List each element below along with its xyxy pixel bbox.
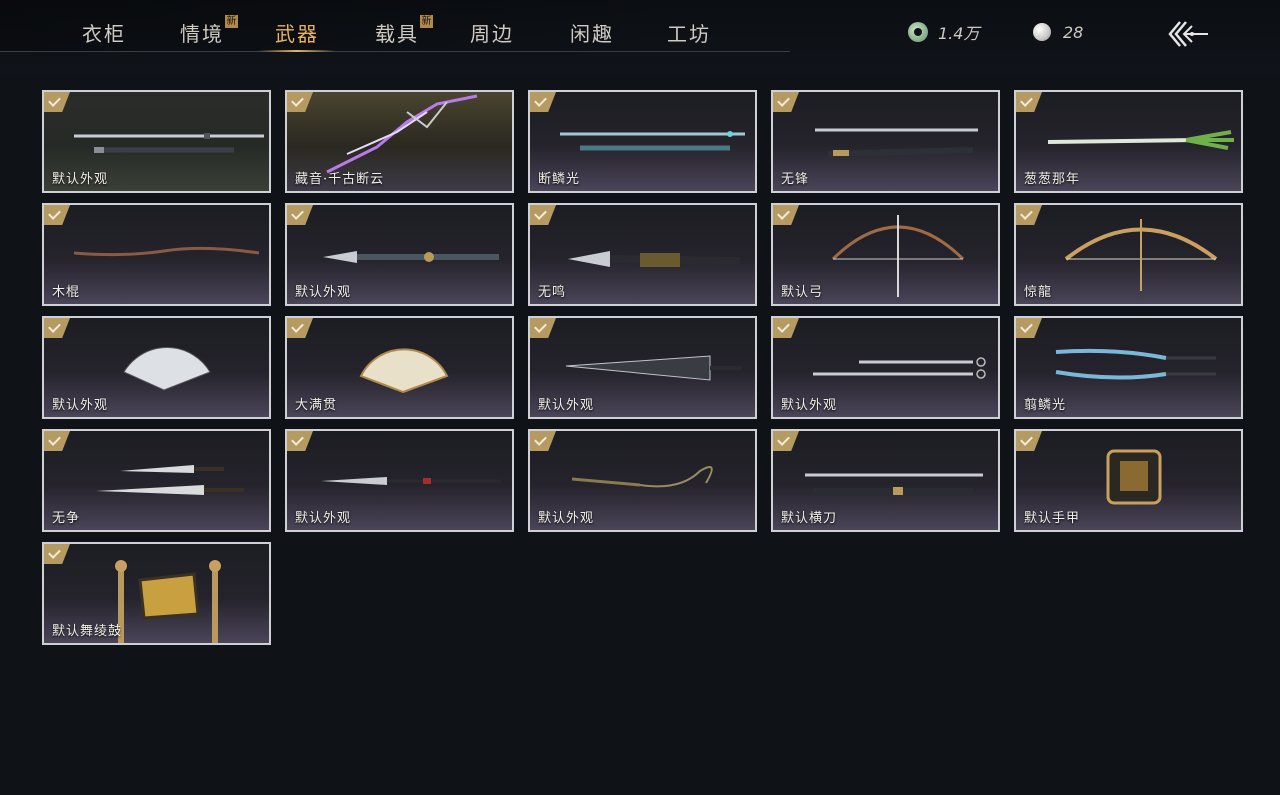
item-card[interactable]: 藏音·千古断云 bbox=[285, 90, 514, 193]
item-label: 默认外观 bbox=[781, 398, 838, 413]
category-tabs: 衣柜 情境新 武器 载具新 周边 闲趣 工坊 bbox=[0, 0, 790, 52]
item-label: 翦鳞光 bbox=[1024, 398, 1067, 413]
item-label: 默认外观 bbox=[538, 398, 595, 413]
tab-leisure[interactable]: 闲趣 bbox=[570, 18, 614, 50]
item-card[interactable]: 默认外观 bbox=[42, 316, 271, 419]
item-label: 默认外观 bbox=[538, 511, 595, 526]
tab-label: 载具 bbox=[375, 22, 419, 46]
tab-label: 工坊 bbox=[667, 22, 711, 46]
tab-label: 周边 bbox=[470, 22, 514, 46]
item-card[interactable]: 断鳞光 bbox=[528, 90, 757, 193]
item-label: 默认手甲 bbox=[1024, 511, 1081, 526]
tab-weapons[interactable]: 武器 bbox=[275, 18, 319, 50]
item-label: 大满贯 bbox=[295, 398, 338, 413]
item-label: 默认外观 bbox=[52, 172, 109, 187]
item-label: 断鳞光 bbox=[538, 172, 581, 187]
tab-label: 衣柜 bbox=[82, 22, 126, 46]
item-card[interactable]: 默认手甲 bbox=[1014, 429, 1243, 532]
item-label: 默认外观 bbox=[295, 511, 352, 526]
item-card[interactable]: 无锋 bbox=[771, 90, 1000, 193]
item-label: 无鸣 bbox=[538, 285, 567, 300]
weapon-grid: 默认外观 藏音·千古断云 断鳞光 无锋 葱葱那年 木棍 默认外观 无鸣 默认弓 … bbox=[42, 90, 1244, 650]
tab-label: 情境 bbox=[180, 22, 224, 46]
item-label: 木棍 bbox=[52, 285, 81, 300]
item-label: 无锋 bbox=[781, 172, 810, 187]
item-label: 默认横刀 bbox=[781, 511, 838, 526]
item-card[interactable]: 默认外观 bbox=[42, 90, 271, 193]
item-label: 藏音·千古断云 bbox=[295, 172, 385, 187]
back-arrow-icon bbox=[1168, 21, 1208, 47]
item-label: 默认外观 bbox=[52, 398, 109, 413]
jade-coin-icon bbox=[908, 22, 928, 42]
item-card[interactable]: 默认横刀 bbox=[771, 429, 1000, 532]
item-card[interactable]: 默认外观 bbox=[285, 203, 514, 306]
pearl-amount: 28 bbox=[1063, 22, 1084, 42]
item-card[interactable]: 默认外观 bbox=[771, 316, 1000, 419]
tab-scenes[interactable]: 情境新 bbox=[180, 15, 238, 50]
item-card[interactable]: 默认外观 bbox=[528, 316, 757, 419]
jade-currency: 1.4万 bbox=[908, 20, 979, 44]
active-tab-underline bbox=[258, 50, 336, 52]
item-card[interactable]: 无争 bbox=[42, 429, 271, 532]
item-label: 无争 bbox=[52, 511, 81, 526]
item-label: 默认弓 bbox=[781, 285, 824, 300]
item-label: 默认外观 bbox=[295, 285, 352, 300]
tab-label: 闲趣 bbox=[570, 22, 614, 46]
item-card[interactable]: 木棍 bbox=[42, 203, 271, 306]
tab-vehicles[interactable]: 载具新 bbox=[375, 15, 433, 50]
jade-amount: 1.4万 bbox=[938, 24, 980, 43]
tab-wardrobe[interactable]: 衣柜 bbox=[82, 18, 126, 50]
item-card[interactable]: 默认外观 bbox=[285, 429, 514, 532]
item-card[interactable]: 惊龍 bbox=[1014, 203, 1243, 306]
item-card[interactable]: 默认外观 bbox=[528, 429, 757, 532]
pearl-currency: 28 bbox=[1033, 20, 1083, 44]
tab-workshop[interactable]: 工坊 bbox=[667, 18, 711, 50]
new-badge: 新 bbox=[225, 15, 238, 28]
item-card[interactable]: 默认弓 bbox=[771, 203, 1000, 306]
item-card[interactable]: 翦鳞光 bbox=[1014, 316, 1243, 419]
new-badge: 新 bbox=[420, 15, 433, 28]
item-card[interactable]: 葱葱那年 bbox=[1014, 90, 1243, 193]
item-card[interactable]: 无鸣 bbox=[528, 203, 757, 306]
back-button[interactable] bbox=[1166, 16, 1210, 52]
item-card[interactable]: 默认舞绫鼓 bbox=[42, 542, 271, 645]
pearl-icon bbox=[1033, 23, 1051, 41]
top-bar: 衣柜 情境新 武器 载具新 周边 闲趣 工坊 1.4万 28 bbox=[0, 0, 1280, 74]
item-card[interactable]: 大满贯 bbox=[285, 316, 514, 419]
tab-label: 武器 bbox=[275, 22, 319, 46]
item-label: 惊龍 bbox=[1024, 285, 1053, 300]
item-label: 葱葱那年 bbox=[1024, 172, 1081, 187]
item-label: 默认舞绫鼓 bbox=[52, 624, 123, 639]
tab-merch[interactable]: 周边 bbox=[470, 18, 514, 50]
